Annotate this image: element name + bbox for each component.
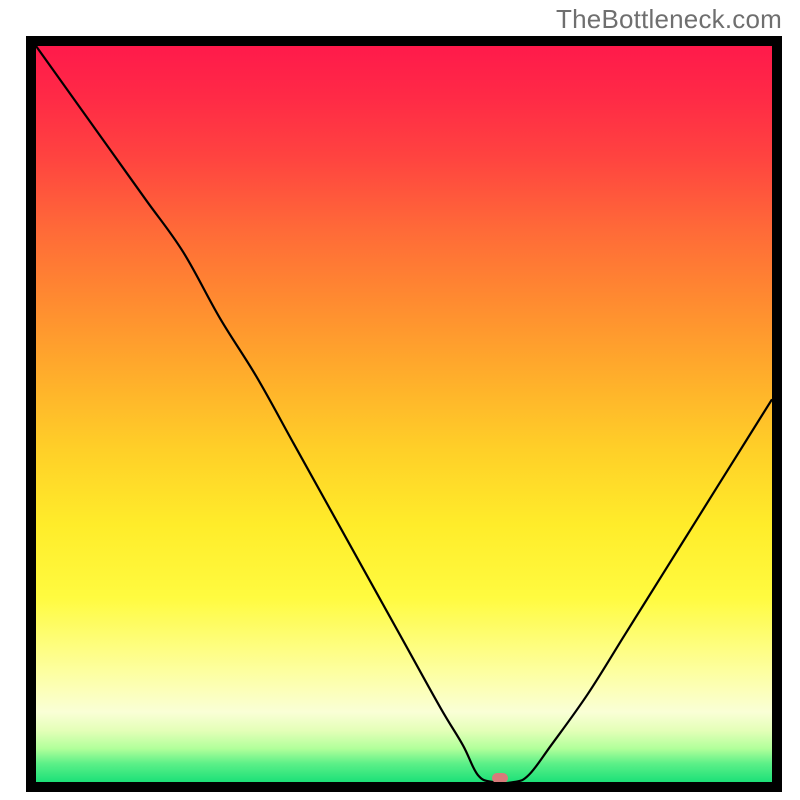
minimum-marker [492,773,508,783]
bottleneck-curve [36,46,772,782]
watermark-text: TheBottleneck.com [556,4,782,35]
chart-plot-area [26,36,782,792]
chart-frame: TheBottleneck.com [0,0,800,800]
